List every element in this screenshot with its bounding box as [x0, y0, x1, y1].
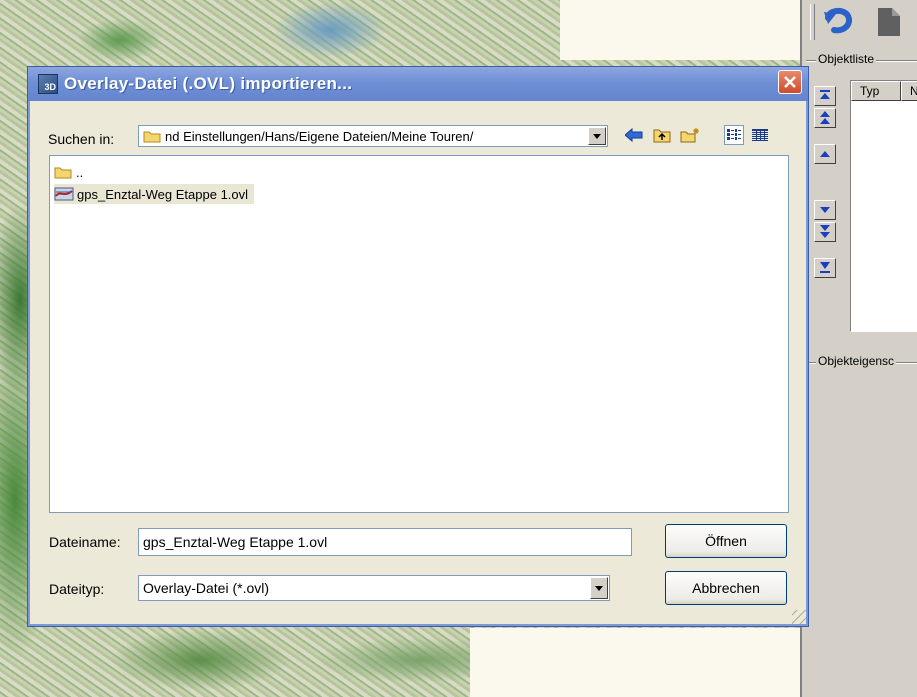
move-down-double-button[interactable] — [814, 222, 836, 242]
move-up-button[interactable] — [814, 144, 836, 164]
resize-grip[interactable] — [792, 610, 806, 624]
new-folder-icon — [680, 128, 699, 143]
dialog-title: Overlay-Datei (.OVL) importieren... — [64, 74, 353, 93]
file-name: .. — [76, 164, 84, 180]
map-blank-area-bottom — [470, 628, 800, 697]
details-view-icon — [752, 129, 768, 141]
back-button[interactable] — [624, 125, 644, 145]
app-icon: 3D — [38, 74, 58, 94]
list-view-icon — [727, 129, 741, 140]
open-button[interactable]: Öffnen — [665, 524, 787, 558]
list-item-ovl-file[interactable]: gps_Enztal-Weg Etappe 1.ovl — [54, 184, 255, 204]
chevron-down-icon — [595, 585, 603, 591]
look-in-label: Suchen in: — [48, 131, 115, 147]
dialog-titlebar[interactable]: 3D Overlay-Datei (.OVL) importieren... — [28, 67, 808, 101]
look-in-combo[interactable]: nd Einstellungen/Hans/Eigene Dateien/Mei… — [138, 125, 608, 147]
look-in-value-wrap: nd Einstellungen/Hans/Eigene Dateien/Mei… — [143, 126, 585, 146]
file-list[interactable]: .. gps_Enztal-Weg Etappe 1.ovl — [49, 155, 789, 513]
move-down-icon — [820, 207, 830, 213]
back-arrow-icon — [625, 128, 643, 142]
look-in-path: nd Einstellungen/Hans/Eigene Dateien/Mei… — [165, 128, 474, 144]
move-down-double-icon — [820, 225, 830, 238]
folder-icon — [143, 131, 161, 143]
close-icon — [784, 76, 796, 88]
filetype-value: Overlay-Datei (*.ovl) — [143, 580, 270, 596]
move-top-button[interactable] — [814, 86, 836, 106]
column-header-typ[interactable]: Typ — [851, 81, 901, 101]
move-top-icon — [820, 90, 830, 99]
import-dialog: 3D Overlay-Datei (.OVL) importieren... S… — [27, 66, 809, 627]
list-view-button[interactable] — [724, 125, 744, 145]
cancel-button[interactable]: Abbrechen — [665, 571, 787, 605]
filetype-select[interactable]: Overlay-Datei (*.ovl) — [138, 575, 610, 601]
document-icon[interactable] — [874, 6, 904, 38]
new-folder-button[interactable] — [680, 125, 700, 145]
object-list-header: Typ N — [851, 81, 917, 101]
move-up-double-icon — [820, 111, 830, 124]
up-folder-icon — [653, 129, 671, 143]
ovl-file-icon — [54, 187, 74, 201]
filename-label: Dateiname: — [49, 534, 121, 550]
objekteigenschaften-title: Objekteigensc — [816, 354, 897, 368]
filename-input[interactable]: gps_Enztal-Weg Etappe 1.ovl — [138, 528, 632, 556]
move-bottom-button[interactable] — [814, 258, 836, 278]
move-up-icon — [820, 151, 830, 157]
objektliste-title: Objektliste — [816, 52, 877, 66]
filetype-label: Dateityp: — [49, 581, 105, 597]
move-up-double-button[interactable] — [814, 108, 836, 128]
close-button[interactable] — [778, 70, 802, 94]
object-list[interactable]: Typ N — [850, 80, 917, 332]
details-view-button[interactable] — [750, 125, 770, 145]
file-name: gps_Enztal-Weg Etappe 1.ovl — [77, 186, 249, 202]
undo-icon[interactable] — [822, 4, 856, 38]
up-folder-button[interactable] — [652, 125, 672, 145]
folder-icon — [54, 167, 72, 179]
right-panel: Objektliste Typ N Objekteigensc — [800, 0, 917, 697]
filetype-dropdown-button[interactable] — [590, 577, 608, 599]
map-blank-area — [560, 0, 800, 60]
move-bottom-icon — [820, 262, 830, 273]
chevron-down-icon — [593, 133, 601, 139]
column-header-name[interactable]: N — [901, 81, 917, 101]
list-item-parent-folder[interactable]: .. — [54, 162, 83, 182]
toolbar-divider — [810, 4, 815, 40]
move-down-button[interactable] — [814, 200, 836, 220]
look-in-dropdown-button[interactable] — [588, 127, 606, 145]
